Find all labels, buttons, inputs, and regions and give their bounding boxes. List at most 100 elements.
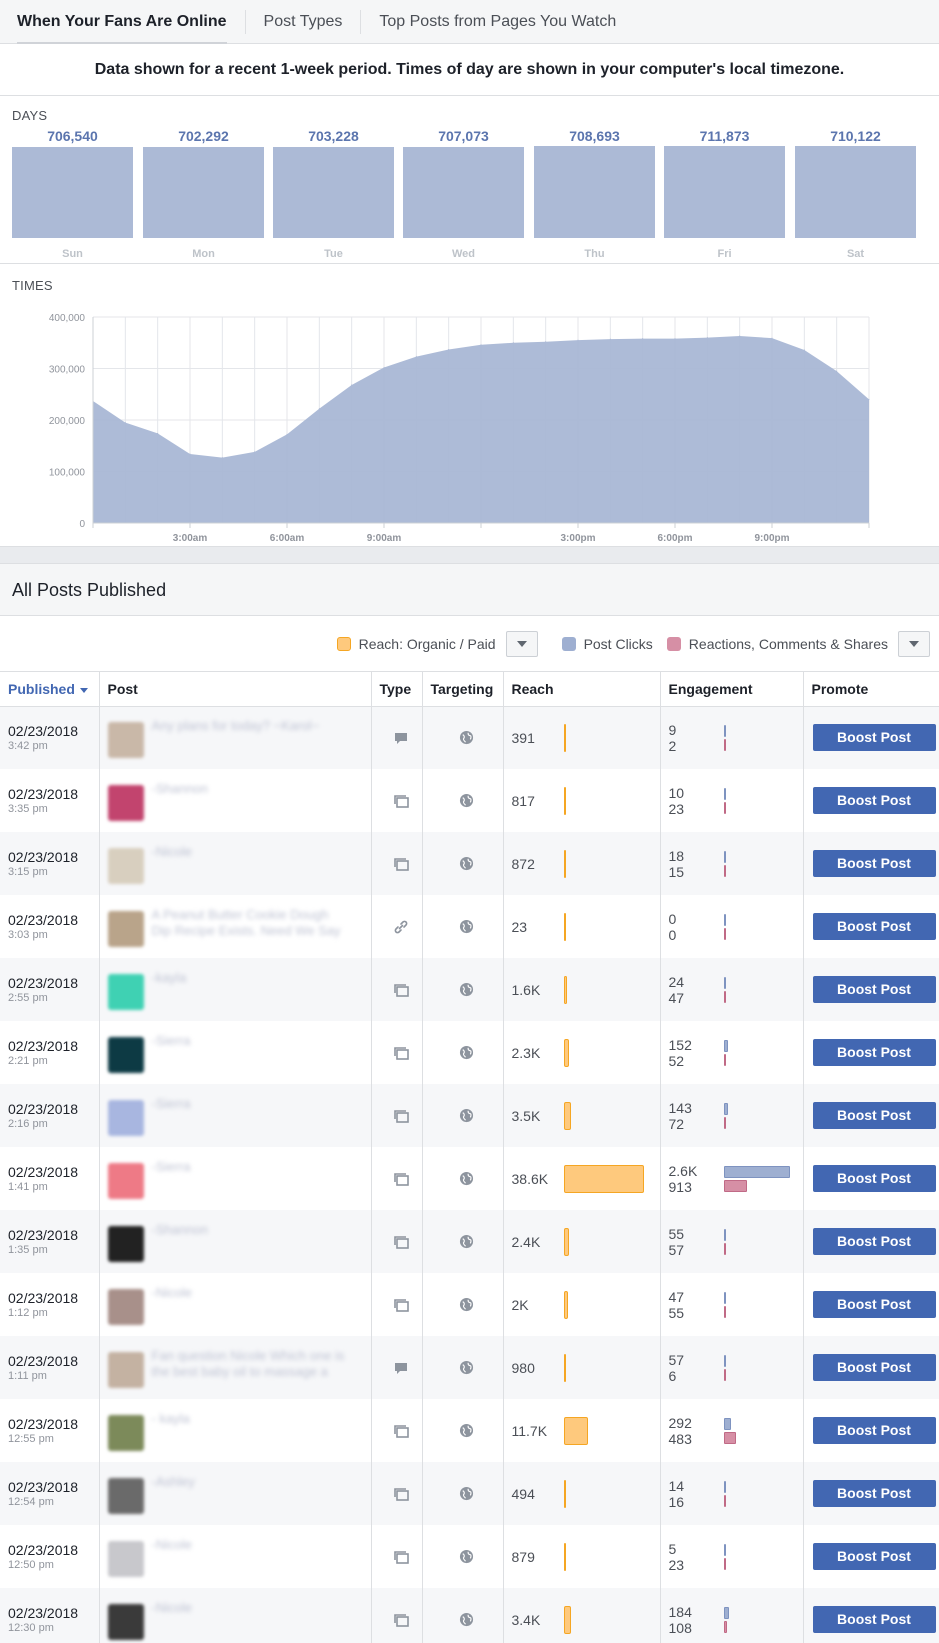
post-text[interactable]: -Nicole [152,1600,352,1616]
post-preview[interactable]: -Sierra [107,1159,371,1199]
post-cell[interactable]: -Nicole [99,1588,372,1643]
boost-post-button[interactable]: Boost Post [812,850,936,877]
boost-post-button[interactable]: Boost Post [812,724,936,752]
boost-post-button[interactable]: Boost Post [812,1606,936,1633]
times-area-chart-svg: 0 100,000 200,000 300,000 400,000 3:00am 6:00a… [49,313,870,544]
boost-post-button[interactable]: Boost Post [812,1417,936,1444]
boost-post-button[interactable]: Boost Post [812,1480,936,1507]
post-text[interactable]: - kayla [152,1411,352,1427]
post-cell[interactable]: -kayla [99,958,372,1021]
timezone-notice: Data shown for a recent 1-week period. T… [0,44,939,96]
area-point [836,370,838,372]
col-promote: Promote [803,672,939,707]
reach-metric: 391 [512,723,660,752]
published-cell: 02/23/2018 1:41 pm [0,1147,100,1210]
tab-fans-online[interactable]: When Your Fans Are Online [17,9,246,44]
engagement-cell: 2.6K 913 [660,1147,804,1210]
post-text[interactable]: Fan question Nicole Which one is the bes… [152,1348,352,1382]
targeting-cell [422,958,504,1021]
post-preview[interactable]: -Nicole [107,1600,371,1640]
post-text[interactable]: -Ashley [152,1474,352,1490]
type-cell [371,706,423,769]
post-preview[interactable]: - kayla [107,1411,371,1451]
post-preview[interactable]: Fan question Nicole Which one is the bes… [107,1348,371,1388]
photo-icon [380,1171,422,1187]
post-text[interactable]: -Shannon [152,1222,352,1238]
targeting-cell [422,1336,504,1399]
post-cell[interactable]: -Shannon [99,769,372,832]
post-clicks-bar [723,1354,726,1367]
reach-cell: 817 [503,769,661,832]
post-preview[interactable]: -Shannon [107,781,371,821]
engagement-values: 55 57 [669,1226,724,1258]
boost-post-button[interactable]: Boost Post [812,913,936,940]
day-bar [403,147,524,238]
post-cell[interactable]: - kayla [99,1399,372,1462]
boost-post-button[interactable]: Boost Post [812,976,936,1003]
post-preview[interactable]: -kayla [107,970,371,1010]
boost-post-button[interactable]: Boost Post [812,1102,936,1129]
globe-icon [431,730,503,745]
reach-dropdown-button[interactable] [505,630,538,657]
post-cell[interactable]: -Nicole [99,1273,372,1336]
boost-post-button[interactable]: Boost Post [812,1543,936,1570]
post-preview[interactable]: -Sierra [107,1033,371,1073]
reach-bar [563,975,567,1004]
published-time: 3:03 pm [8,929,48,941]
post-cell[interactable]: -Sierra [99,1084,372,1147]
table-row: 02/23/2018 2:16 pm -Sierra 3.5K 143 72 Boost P… [0,1084,939,1147]
day-bar [143,147,264,238]
boost-post-button[interactable]: Boost Post [812,787,936,814]
posts-table: Published Post Type Targeting Reach Enga… [0,672,939,1643]
post-text[interactable]: -Nicole [152,1537,352,1553]
table-row: 02/23/2018 3:15 pm -Nicole 872 18 15 Boost Pos… [0,832,939,895]
post-preview[interactable]: -Nicole [107,844,371,884]
col-published[interactable]: Published [0,672,100,707]
post-text[interactable]: -kayla [152,970,352,986]
table-row: 02/23/2018 3:42 pm Any plans for today? ~K… [0,706,939,769]
engagement-metric: 24 47 [669,974,803,1006]
engagement-dropdown-button[interactable] [898,630,930,657]
post-cell[interactable]: A Peanut Butter Cookie Dough Dip Recipe … [99,895,372,958]
post-preview[interactable]: A Peanut Butter Cookie Dough Dip Recipe … [107,907,371,947]
boost-post-button[interactable]: Boost Post [812,1291,936,1318]
boost-post-button[interactable]: Boost Post [812,1039,936,1066]
engagement-metric: 55 57 [669,1226,803,1258]
post-text[interactable]: -Sierra [152,1159,352,1175]
post-preview[interactable]: Any plans for today? ~Karol~ [107,718,371,758]
post-preview[interactable]: -Nicole [107,1285,371,1325]
post-cell[interactable]: -Sierra [99,1021,372,1084]
post-text[interactable]: Any plans for today? ~Karol~ [152,718,352,734]
post-text[interactable]: -Sierra [152,1096,352,1112]
reach-cell: 2.3K [503,1021,661,1084]
type-cell [371,1147,423,1210]
boost-post-button[interactable]: Boost Post [812,1228,936,1255]
post-preview[interactable]: -Ashley [107,1474,371,1514]
post-text[interactable]: -Nicole [152,844,352,860]
post-cell[interactable]: -Ashley [99,1462,372,1525]
post-clicks-bar [723,1543,726,1556]
post-thumbnail [107,784,144,821]
post-text[interactable]: -Sierra [152,1033,352,1049]
post-cell[interactable]: -Sierra [99,1147,372,1210]
post-cell[interactable]: Fan question Nicole Which one is the bes… [99,1336,372,1399]
post-preview[interactable]: -Sierra [107,1096,371,1136]
post-text[interactable]: -Nicole [152,1285,352,1301]
boost-post-button[interactable]: Boost Post [812,1354,936,1381]
post-cell[interactable]: -Nicole [99,1525,372,1588]
type-cell [371,1084,423,1147]
post-text[interactable]: -Shannon [152,781,352,797]
table-row: 02/23/2018 12:30 pm -Nicole 3.4K 184 108 Boost… [0,1588,939,1643]
post-preview[interactable]: -Nicole [107,1537,371,1577]
x-tick-label: 3:00pm [560,533,595,544]
post-text[interactable]: A Peanut Butter Cookie Dough Dip Recipe … [152,907,352,941]
post-cell[interactable]: -Shannon [99,1210,372,1273]
published-time: 1:11 pm [8,1370,47,1382]
post-preview[interactable]: -Shannon [107,1222,371,1262]
tab-top-posts[interactable]: Top Posts from Pages You Watch [361,10,634,34]
published-date: 02/23/2018 [8,1101,79,1117]
post-cell[interactable]: -Nicole [99,832,372,895]
boost-post-button[interactable]: Boost Post [812,1165,936,1192]
post-cell[interactable]: Any plans for today? ~Karol~ [99,706,372,769]
tab-post-types[interactable]: Post Types [246,9,362,34]
